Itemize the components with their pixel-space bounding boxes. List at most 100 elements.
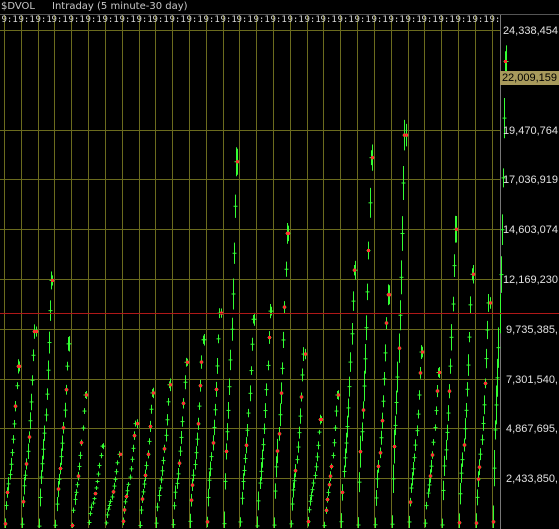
- volume-marker: [504, 59, 507, 63]
- volume-marker: [136, 422, 139, 426]
- volume-marker: [35, 330, 38, 334]
- last-value-badge: 22,009,159: [500, 70, 559, 85]
- volume-marker: [57, 487, 60, 491]
- grid-layer: [0, 14, 559, 529]
- volume-marker: [147, 452, 150, 456]
- volume-marker: [149, 424, 152, 428]
- volume-marker: [163, 447, 166, 451]
- volume-marker: [325, 508, 328, 512]
- time-tick-label: 9:1: [354, 15, 371, 25]
- volume-marker: [429, 474, 432, 478]
- volume-marker: [436, 389, 439, 393]
- volume-marker: [236, 160, 239, 164]
- volume-marker: [304, 352, 307, 356]
- volume-marker: [377, 464, 380, 468]
- volume-marker: [112, 490, 115, 494]
- y-tick-label: 4,867,695,: [506, 422, 558, 435]
- volume-marker: [59, 467, 62, 471]
- volume-marker: [307, 520, 310, 524]
- y-tick-label: 2,433,850,: [506, 472, 558, 485]
- time-tick-label: 9:1: [337, 15, 354, 25]
- time-tick-label: 9:1: [236, 15, 253, 25]
- volume-marker: [4, 522, 7, 526]
- volume-marker: [398, 346, 401, 350]
- volume-marker: [182, 401, 185, 405]
- volume-marker: [320, 418, 323, 422]
- volume-marker: [14, 404, 17, 408]
- time-tick-label: 9:1: [405, 15, 422, 25]
- volume-marker: [197, 422, 200, 426]
- time-tick-label: 9:1: [304, 15, 321, 25]
- volume-marker: [475, 521, 478, 525]
- volume-marker: [472, 272, 475, 276]
- volume-marker: [62, 426, 65, 430]
- volume-marker: [245, 443, 248, 447]
- volume-marker: [405, 133, 408, 137]
- volume-marker: [448, 389, 451, 393]
- volume-marker: [51, 278, 54, 282]
- volume-marker: [409, 500, 412, 504]
- volume-marker: [477, 477, 480, 481]
- volume-marker: [326, 498, 329, 502]
- time-tick-label: 9:1: [253, 15, 270, 25]
- volume-marker: [283, 305, 286, 309]
- y-tick-label: 17,036,919: [502, 173, 558, 186]
- volume-marker: [492, 520, 495, 524]
- volume-marker: [353, 268, 356, 272]
- volume-marker: [458, 521, 461, 525]
- y-tick-label: 19,470,764: [502, 124, 558, 137]
- volume-marker: [144, 473, 147, 477]
- volume-marker: [421, 350, 424, 354]
- time-tick-label: 9:1: [85, 15, 102, 25]
- volume-marker: [22, 500, 25, 504]
- volume-marker: [268, 336, 271, 340]
- volume-marker: [438, 370, 441, 374]
- volume-marker: [178, 461, 181, 465]
- volume-marker: [385, 321, 388, 325]
- price-chart[interactable]: [0, 0, 559, 529]
- time-tick-label: 9:1: [489, 15, 501, 25]
- volume-marker: [328, 483, 331, 487]
- time-tick-label: 9:1: [388, 15, 405, 25]
- volume-marker: [362, 408, 365, 412]
- volume-marker: [28, 435, 31, 439]
- time-tick-label: 9:1: [270, 15, 287, 25]
- volume-marker: [489, 301, 492, 305]
- time-tick-label: 9:1: [287, 15, 304, 25]
- volume-marker: [215, 387, 218, 391]
- volume-marker: [125, 495, 128, 499]
- volume-marker: [455, 227, 458, 231]
- time-tick-label: 9:1: [152, 15, 169, 25]
- time-tick-label: 9:1: [220, 15, 237, 25]
- volume-marker: [278, 432, 281, 436]
- time-tick-label: 9:1: [203, 15, 220, 25]
- volume-marker: [329, 474, 332, 478]
- volume-marker: [287, 231, 290, 235]
- chart-symbol: $DVOL: [1, 1, 35, 12]
- volume-marker: [359, 450, 362, 454]
- volume-marker: [330, 465, 333, 469]
- volume-marker: [80, 441, 83, 445]
- chart-root: $DVOL Intraday (5 minute-30 day) 9:1 9:1 9…: [0, 0, 559, 529]
- volume-marker: [484, 381, 487, 385]
- volume-marker: [186, 360, 189, 364]
- volume-marker: [367, 249, 370, 253]
- time-tick-label: 9:1: [1, 15, 18, 25]
- chart-interval: Intraday (5 minute-30 day): [52, 1, 188, 12]
- volume-marker: [381, 419, 384, 423]
- volume-marker: [431, 453, 434, 457]
- volume-marker: [463, 443, 466, 447]
- volume-marker: [191, 483, 194, 487]
- time-tick-label: 9:1: [169, 15, 186, 25]
- volume-marker: [393, 445, 396, 449]
- time-tick-label: 9:1: [320, 15, 337, 25]
- volume-marker: [276, 449, 279, 453]
- y-tick-label: 7,301,540,: [506, 373, 558, 386]
- volume-marker: [18, 364, 21, 368]
- volume-marker: [65, 388, 68, 392]
- volume-marker: [300, 395, 303, 399]
- volume-marker: [200, 360, 203, 364]
- volume-marker: [141, 497, 144, 501]
- time-tick-label: 9:1: [186, 15, 203, 25]
- time-tick-label: 9:1: [68, 15, 85, 25]
